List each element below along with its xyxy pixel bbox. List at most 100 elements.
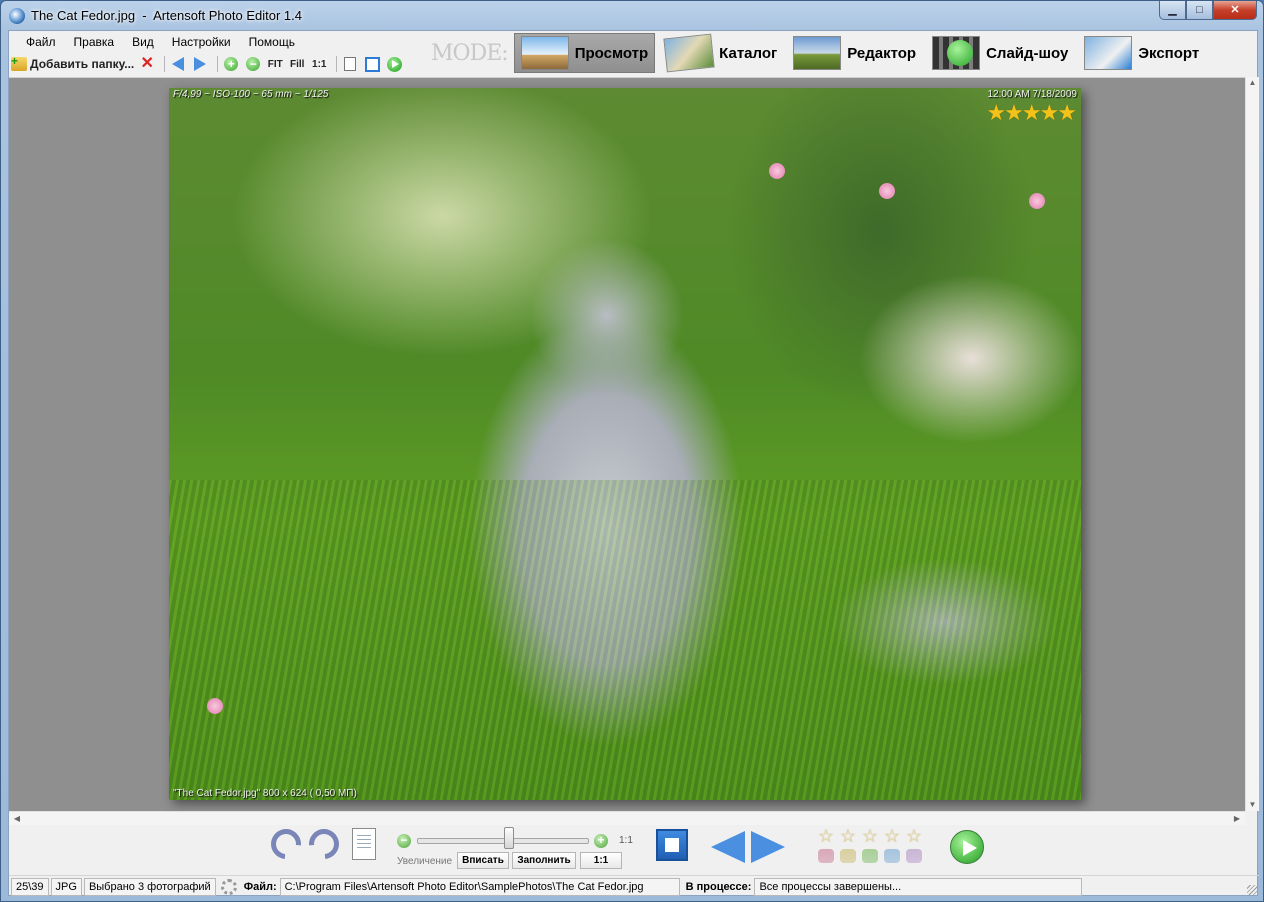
close-button[interactable]: ✕ xyxy=(1213,1,1257,20)
add-folder-label: Добавить папку... xyxy=(30,57,135,71)
photo-image[interactable]: F/4,99 ~ ISO-100 ~ 65 mm ~ 1/125 12:00 A… xyxy=(169,88,1081,800)
edit-document-icon xyxy=(344,57,357,71)
status-bar: 25\39 JPG Выбрано 3 фотографий Файл: C:\… xyxy=(9,875,1259,897)
photo-flower xyxy=(1029,193,1045,209)
mode-tab-slideshow-label: Слайд-шоу xyxy=(986,44,1069,62)
photo-datetime: 12:00 AM 7/18/2009 xyxy=(987,89,1077,100)
color-label-5[interactable] xyxy=(906,849,922,863)
photo-viewer[interactable]: F/4,99 ~ ISO-100 ~ 65 mm ~ 1/125 12:00 A… xyxy=(9,77,1245,811)
zoom-in-button[interactable]: + xyxy=(222,55,240,73)
minimize-button[interactable]: ▁ xyxy=(1159,1,1186,20)
slideshow-play-icon[interactable] xyxy=(950,830,984,864)
next-photo-button[interactable] xyxy=(191,55,209,73)
color-label-1[interactable] xyxy=(818,849,834,863)
menu-view[interactable]: Вид xyxy=(123,31,163,53)
mode-tab-view[interactable]: Просмотр xyxy=(513,33,656,73)
title-bar[interactable]: The Cat Fedor.jpg - Artensoft Photo Edit… xyxy=(1,1,1263,29)
zoom-out-button[interactable]: − xyxy=(244,55,262,73)
rotate-left-icon[interactable] xyxy=(264,822,308,866)
delete-button[interactable]: ✕ xyxy=(138,55,156,73)
rating-and-color-labels: ☆ ☆ ☆ ☆ ☆ xyxy=(815,827,925,863)
add-folder-button[interactable]: Добавить папку... xyxy=(11,54,135,73)
scroll-right-icon[interactable]: ▶ xyxy=(1231,812,1243,825)
menu-file[interactable]: Файл xyxy=(17,31,65,53)
rating-star-3-icon[interactable]: ☆ xyxy=(862,827,878,845)
rating-star-1-icon[interactable]: ☆ xyxy=(818,827,834,845)
export-mode-icon xyxy=(1084,36,1133,70)
rating-column-2: ☆ xyxy=(837,827,859,863)
edit-document-icon[interactable] xyxy=(352,828,376,860)
toolbar-separator xyxy=(336,56,338,72)
mode-tab-catalog-label: Каталог xyxy=(719,44,778,62)
color-label-3[interactable] xyxy=(862,849,878,863)
mode-tab-editor-label: Редактор xyxy=(847,44,917,62)
fullscreen-icon xyxy=(364,56,380,72)
window-controls: ▁ □ ✕ xyxy=(1159,1,1257,21)
view-mode-icon xyxy=(520,36,569,70)
process-status: Все процессы завершены... xyxy=(754,877,1083,896)
rotate-right-icon[interactable] xyxy=(302,822,346,866)
horizontal-scrollbar[interactable]: ◀ ▶ xyxy=(9,811,1245,825)
fill-button[interactable]: Fill xyxy=(288,55,306,73)
app-window: The Cat Fedor.jpg - Artensoft Photo Edit… xyxy=(0,0,1264,902)
zoom-out-icon[interactable]: − xyxy=(397,834,411,848)
play-icon xyxy=(386,56,402,72)
menu-settings[interactable]: Настройки xyxy=(163,31,240,53)
menu-edit[interactable]: Правка xyxy=(65,31,124,53)
mode-tab-slideshow[interactable]: Слайд-шоу xyxy=(926,33,1074,73)
rating-column-5: ☆ xyxy=(903,827,925,863)
photo-caption: "The Cat Fedor.jpg" 800 x 624 ( 0,50 МП) xyxy=(173,788,357,799)
scroll-left-icon[interactable]: ◀ xyxy=(11,812,23,825)
title-app-name: Artensoft Photo Editor 1.4 xyxy=(153,8,302,23)
resize-grip[interactable] xyxy=(1247,885,1257,895)
previous-photo-button[interactable] xyxy=(169,55,187,73)
menu-help[interactable]: Помощь xyxy=(240,31,304,53)
mode-bar: MODE: Просмотр Каталог Редактор Слайд-шо… xyxy=(427,31,1257,75)
zoom-slider-thumb[interactable] xyxy=(504,827,515,849)
zoom-in-icon: + xyxy=(224,57,239,71)
rating-star-2-icon[interactable]: ☆ xyxy=(840,827,856,845)
app-icon[interactable] xyxy=(9,8,25,24)
actual-size-button[interactable]: 1:1 xyxy=(580,852,622,869)
add-folder-icon xyxy=(11,54,27,71)
editor-mode-icon xyxy=(793,36,842,70)
fullscreen-icon[interactable] xyxy=(656,829,688,861)
menu-bar: Файл Правка Вид Настройки Помощь xyxy=(9,31,427,53)
bottom-controls: − + 1:1 Увеличение Вписать Заполнить 1:1… xyxy=(9,822,1259,873)
scroll-up-icon[interactable]: ▲ xyxy=(1246,77,1259,89)
file-label: Файл: xyxy=(243,880,277,893)
actual-size-button[interactable]: 1:1 xyxy=(310,55,328,73)
zoom-label: Увеличение xyxy=(397,856,453,867)
window-title: The Cat Fedor.jpg - Artensoft Photo Edit… xyxy=(31,8,302,23)
mode-tab-catalog[interactable]: Каталог xyxy=(659,33,783,73)
edit-button[interactable] xyxy=(341,55,359,73)
mode-tab-export[interactable]: Экспорт xyxy=(1078,33,1205,73)
rating-column-4: ☆ xyxy=(881,827,903,863)
mode-label: MODE: xyxy=(431,40,509,66)
rating-star-4-icon[interactable]: ☆ xyxy=(884,827,900,845)
photo-rating-stars[interactable]: ★★★★★ xyxy=(986,100,1077,126)
rating-column-3: ☆ xyxy=(859,827,881,863)
photo-format: JPG xyxy=(50,877,82,896)
maximize-button[interactable]: □ xyxy=(1186,1,1213,20)
photo-grass xyxy=(169,479,1081,800)
photo-exif-info: F/4,99 ~ ISO-100 ~ 65 mm ~ 1/125 xyxy=(173,89,329,100)
fill-button[interactable]: Заполнить xyxy=(512,852,576,869)
scroll-down-icon[interactable]: ▼ xyxy=(1246,799,1259,811)
slideshow-button[interactable] xyxy=(385,55,403,73)
fit-button[interactable]: Вписать xyxy=(457,852,509,869)
mode-tab-view-label: Просмотр xyxy=(574,44,649,62)
previous-photo-icon[interactable] xyxy=(711,831,745,863)
zoom-slider[interactable] xyxy=(417,838,589,844)
arrow-left-icon xyxy=(172,57,185,71)
vertical-scrollbar[interactable]: ▲ ▼ xyxy=(1245,77,1259,811)
fit-button[interactable]: FIT xyxy=(266,55,284,73)
rating-star-5-icon[interactable]: ☆ xyxy=(906,827,922,845)
fullscreen-button[interactable] xyxy=(363,55,381,73)
next-photo-icon[interactable] xyxy=(751,831,785,863)
zoom-in-icon[interactable]: + xyxy=(594,834,608,848)
zoom-out-icon: − xyxy=(246,57,261,71)
mode-tab-editor[interactable]: Редактор xyxy=(787,33,922,73)
color-label-4[interactable] xyxy=(884,849,900,863)
color-label-2[interactable] xyxy=(840,849,856,863)
